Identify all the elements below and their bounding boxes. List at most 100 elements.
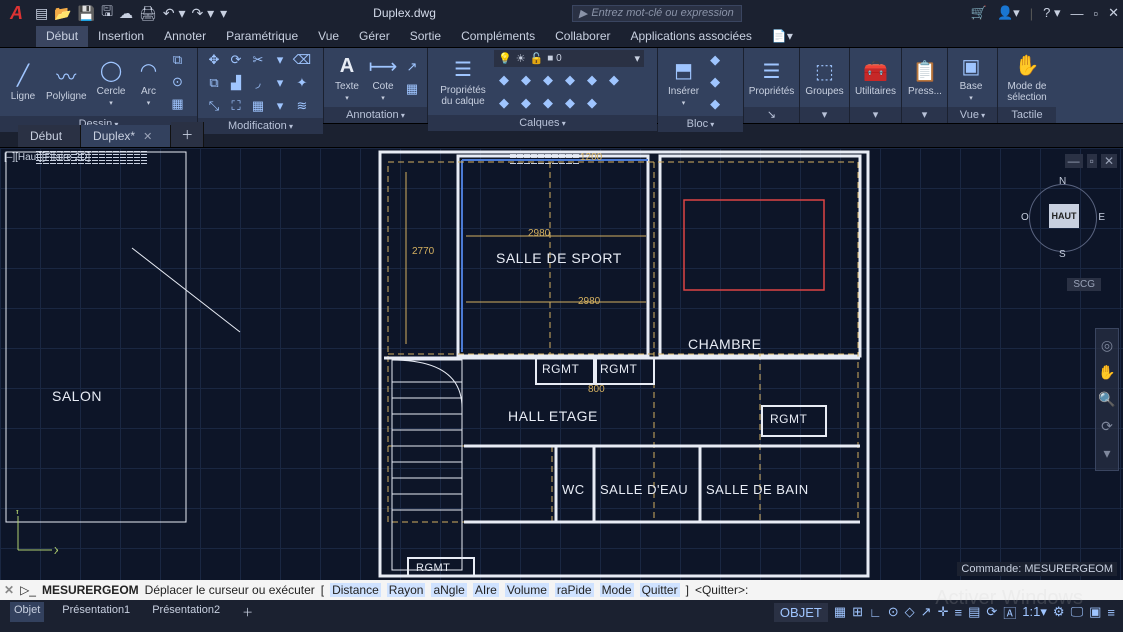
min-icon[interactable]: —	[1070, 6, 1083, 21]
menu-parametrique[interactable]: Paramétrique	[216, 26, 308, 47]
app-logo[interactable]: A	[4, 3, 29, 24]
bloc1-icon[interactable]: ◆	[705, 50, 725, 70]
search-box[interactable]: ▶ Entrez mot-clé ou expression	[572, 5, 742, 22]
tool-layerprops[interactable]: ☰Propriétés du calque	[434, 55, 492, 109]
panel-label-calques[interactable]: Calques	[428, 115, 657, 131]
cmd-opt-rapide[interactable]: raPide	[555, 583, 594, 597]
help-icon[interactable]: ? ▾	[1043, 5, 1060, 21]
drawing-canvas[interactable]: [–][Haut][Filaire 2D] — ▫ ✕ N S E O HAUT…	[0, 148, 1123, 580]
st-ann-icon[interactable]: 🄰	[1003, 603, 1016, 622]
tool-cercle[interactable]: ◯Cercle▾	[93, 56, 130, 109]
tool-inserer[interactable]: ⬒Insérer▾	[664, 56, 703, 109]
st-dyn-icon[interactable]: ✛	[938, 604, 949, 620]
layout-add-icon[interactable]: ＋	[238, 602, 257, 622]
cmd-opt-aire[interactable]: AIre	[473, 583, 499, 597]
lay10-icon[interactable]: ◆	[560, 93, 580, 113]
doctab-debut[interactable]: Début	[18, 125, 81, 147]
table-icon[interactable]: ▦	[402, 79, 422, 99]
cmd-opt-rayon[interactable]: Rayon	[387, 583, 426, 597]
erase-icon[interactable]: ⌫	[292, 50, 312, 70]
move-icon[interactable]: ✥	[204, 50, 224, 70]
trim-icon[interactable]: ✂	[248, 50, 268, 70]
cart-icon[interactable]: 🛒	[971, 5, 987, 21]
close-icon[interactable]: ✕	[1108, 5, 1119, 21]
tool-base[interactable]: ▣Base▾	[954, 51, 988, 104]
st-osnap-icon[interactable]: ◇	[905, 604, 915, 620]
tool-util[interactable]: 🧰Utilitaires	[856, 56, 895, 99]
restore-icon[interactable]: ▫	[1093, 6, 1098, 21]
st-iso-icon[interactable]: ▣	[1089, 604, 1101, 620]
command-bar[interactable]: ✕ ▷_ MESURERGEOM Déplacer le curseur ou …	[0, 580, 1123, 600]
draw-misc3-icon[interactable]: ▦	[168, 94, 188, 114]
bloc2-icon[interactable]: ◆	[705, 72, 725, 92]
rotate-icon[interactable]: ⟳	[226, 50, 246, 70]
menu-gerer[interactable]: Gérer	[349, 26, 400, 47]
tool-props[interactable]: ☰Propriétés	[750, 56, 793, 99]
toggle-objet[interactable]: OBJET	[774, 603, 828, 622]
saveas-icon[interactable]: 🖫	[101, 1, 113, 25]
st-grid-icon[interactable]: ▦	[834, 604, 846, 620]
cmd-run-icon[interactable]: ▷_	[20, 583, 36, 597]
st-lwt-icon[interactable]: ≡	[954, 605, 962, 620]
copy-icon[interactable]: ⧉	[204, 73, 224, 93]
panel-label-vue[interactable]: Vue	[948, 107, 997, 123]
st-polar-icon[interactable]: ⊙	[888, 604, 899, 620]
mod-more2-icon[interactable]: ▾	[270, 73, 290, 93]
lay6-icon[interactable]: ◆	[604, 70, 624, 90]
leader-icon[interactable]: ↗	[402, 57, 422, 77]
cmd-opt-volume[interactable]: Volume	[505, 583, 549, 597]
lay8-icon[interactable]: ◆	[516, 93, 536, 113]
stretch-icon[interactable]: ⤡	[204, 96, 224, 116]
cmd-opt-quitter[interactable]: Quitter	[640, 583, 680, 597]
mod-more3-icon[interactable]: ▾	[270, 96, 290, 116]
lay1-icon[interactable]: ◆	[494, 70, 514, 90]
layout-pres1[interactable]: Présentation1	[58, 602, 134, 622]
doctab-add[interactable]: ＋	[171, 122, 204, 147]
offset-icon[interactable]: ≋	[292, 96, 312, 116]
tool-press[interactable]: 📋Press...	[908, 56, 942, 99]
tool-arc[interactable]: ◠Arc▾	[132, 56, 166, 109]
undo-icon[interactable]: ↶ ▾	[163, 5, 186, 22]
tool-cote[interactable]: ⟼Cote▾	[366, 51, 400, 104]
lay4-icon[interactable]: ◆	[560, 70, 580, 90]
st-scale-icon[interactable]: 1:1▾	[1022, 604, 1047, 620]
panel-label-groupes[interactable]: ▾	[800, 107, 849, 123]
st-menu-icon[interactable]: ≡	[1107, 605, 1115, 620]
mirror-icon[interactable]: ▟	[226, 73, 246, 93]
redo-icon[interactable]: ↷ ▾	[191, 5, 214, 22]
cloud-icon[interactable]: ☁	[119, 5, 133, 22]
layout-objet[interactable]: Objet	[10, 602, 44, 622]
lay2-icon[interactable]: ◆	[516, 70, 536, 90]
explode-icon[interactable]: ✦	[292, 73, 312, 93]
fillet-icon[interactable]: ◞	[248, 73, 268, 93]
tool-groupes[interactable]: ⬚Groupes	[806, 56, 843, 99]
tool-texte[interactable]: ATexte▾	[330, 51, 364, 104]
array-icon[interactable]: ▦	[248, 96, 268, 116]
scale-icon[interactable]: ⛶	[226, 96, 246, 116]
menu-annoter[interactable]: Annoter	[154, 26, 216, 47]
panel-label-util[interactable]: ▾	[850, 107, 901, 123]
lay5-icon[interactable]: ◆	[582, 70, 602, 90]
menu-sortie[interactable]: Sortie	[400, 26, 451, 47]
menu-vue[interactable]: Vue	[308, 26, 349, 47]
st-mon-icon[interactable]: 🖵	[1071, 604, 1084, 620]
qat-more-icon[interactable]: ▾	[220, 5, 227, 22]
st-snap-icon[interactable]: ⊞	[852, 604, 863, 620]
tool-ligne[interactable]: ╱Ligne	[6, 61, 40, 104]
panel-label-press[interactable]: ▾	[902, 107, 947, 123]
st-trans-icon[interactable]: ▤	[968, 604, 980, 620]
tool-tactile[interactable]: ✋Mode de sélection	[1004, 51, 1050, 105]
lay11-icon[interactable]: ◆	[582, 93, 602, 113]
st-gear-icon[interactable]: ⚙	[1053, 604, 1065, 620]
plot-icon[interactable]: 🖨	[139, 5, 157, 22]
doctab-duplex[interactable]: Duplex*✕	[81, 125, 171, 147]
menu-icon[interactable]: ▤	[35, 5, 48, 22]
panel-label-tactile[interactable]: Tactile	[998, 107, 1056, 123]
lay9-icon[interactable]: ◆	[538, 93, 558, 113]
lay7-icon[interactable]: ◆	[494, 93, 514, 113]
doctab-close-icon[interactable]: ✕	[143, 130, 152, 143]
st-cycle-icon[interactable]: ⟳	[986, 604, 997, 620]
layout-pres2[interactable]: Présentation2	[148, 602, 224, 622]
mod-more1-icon[interactable]: ▾	[270, 50, 290, 70]
cmd-opt-mode[interactable]: Mode	[600, 583, 634, 597]
